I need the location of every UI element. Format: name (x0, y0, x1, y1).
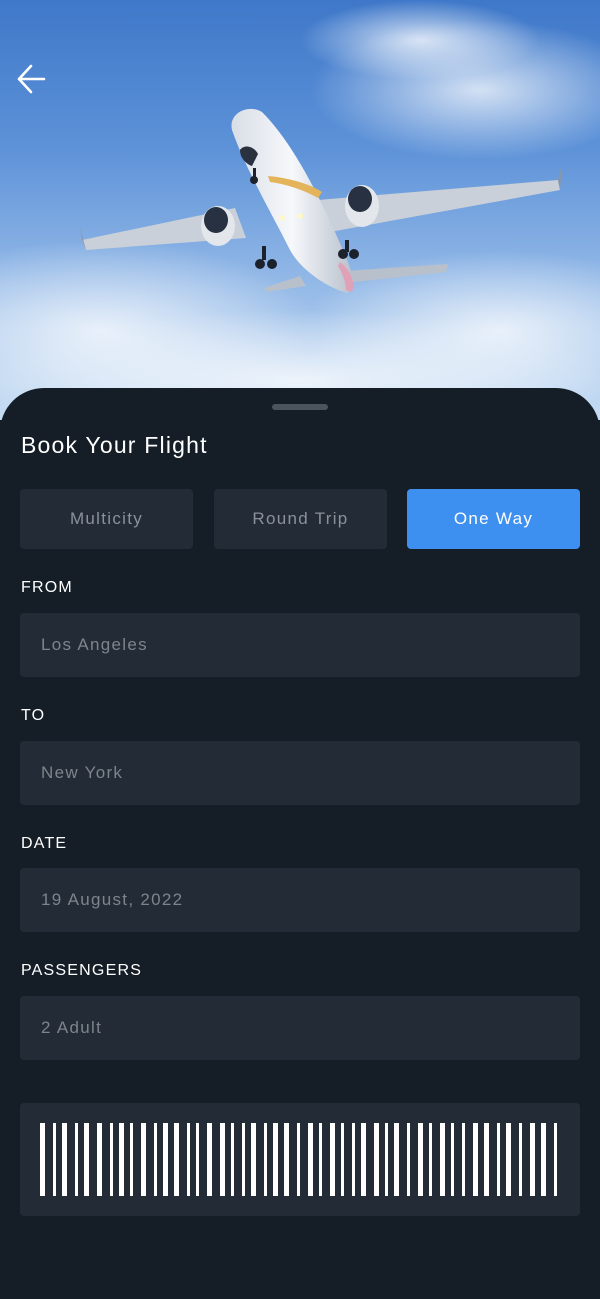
barcode-bar (361, 1123, 366, 1196)
date-label: DATE (21, 835, 68, 852)
barcode-bar (341, 1123, 344, 1196)
barcode-bar (462, 1123, 465, 1196)
barcode-bar (84, 1123, 89, 1196)
airplane-illustration (0, 0, 600, 420)
trip-type-selector: Multicity Round Trip One Way (20, 489, 580, 549)
to-label: TO (21, 707, 46, 724)
barcode-bar (284, 1123, 289, 1196)
from-label: FROM (21, 579, 73, 596)
barcode-bar (231, 1123, 234, 1196)
barcode-bar (242, 1123, 245, 1196)
barcode-bar (519, 1123, 522, 1196)
barcode-bar (319, 1123, 322, 1196)
barcode-bar (297, 1123, 300, 1196)
barcode-bar (541, 1123, 546, 1196)
barcode-bar (154, 1123, 157, 1196)
barcode-bar (451, 1123, 454, 1196)
barcode-bar (75, 1123, 78, 1196)
barcode-bar (352, 1123, 355, 1196)
barcode-bar (374, 1123, 379, 1196)
barcode-bar (484, 1123, 489, 1196)
barcode-bar (429, 1123, 432, 1196)
barcode-bar (174, 1123, 179, 1196)
barcode-bar (308, 1123, 313, 1196)
sheet-drag-handle[interactable] (272, 404, 328, 410)
tab-multicity[interactable]: Multicity (20, 489, 193, 549)
barcode-bar (251, 1123, 256, 1196)
barcode-bar (141, 1123, 146, 1196)
barcode-bar (473, 1123, 478, 1196)
barcode-bar (40, 1123, 45, 1196)
date-input[interactable] (41, 890, 580, 910)
barcode-icon (40, 1123, 557, 1196)
tab-round-trip[interactable]: Round Trip (214, 489, 387, 549)
booking-sheet: Book Your Flight Multicity Round Trip On… (0, 388, 600, 1299)
page-title: Book Your Flight (21, 432, 208, 458)
arrow-left-icon (17, 64, 46, 94)
barcode-bar (497, 1123, 500, 1196)
barcode-bar (207, 1123, 212, 1196)
passengers-field[interactable] (20, 996, 580, 1060)
tab-one-way[interactable]: One Way (407, 489, 580, 549)
barcode-bar (130, 1123, 133, 1196)
barcode-bar (273, 1123, 278, 1196)
barcode-bar (187, 1123, 190, 1196)
barcode-bar (394, 1123, 399, 1196)
barcode-bar (53, 1123, 56, 1196)
book-flight-screen: Book Your Flight Multicity Round Trip On… (0, 0, 600, 1299)
to-input[interactable] (41, 763, 580, 783)
barcode-bar (163, 1123, 168, 1196)
from-field[interactable] (20, 613, 580, 677)
barcode-button[interactable] (20, 1103, 580, 1216)
barcode-bar (62, 1123, 67, 1196)
to-field[interactable] (20, 741, 580, 805)
barcode-bar (385, 1123, 388, 1196)
barcode-bar (330, 1123, 335, 1196)
passengers-input[interactable] (41, 1018, 580, 1038)
passengers-label: PASSENGERS (21, 962, 143, 979)
barcode-bar (97, 1123, 102, 1196)
barcode-bar (530, 1123, 535, 1196)
barcode-bar (440, 1123, 445, 1196)
barcode-bar (554, 1123, 557, 1196)
barcode-bar (506, 1123, 511, 1196)
from-input[interactable] (41, 635, 580, 655)
barcode-bar (418, 1123, 423, 1196)
back-button[interactable] (14, 62, 54, 102)
barcode-bar (264, 1123, 267, 1196)
barcode-bar (110, 1123, 113, 1196)
date-field[interactable] (20, 868, 580, 932)
hero-airplane-image (0, 0, 600, 420)
barcode-bar (196, 1123, 199, 1196)
barcode-bar (119, 1123, 124, 1196)
barcode-bar (220, 1123, 225, 1196)
barcode-bar (407, 1123, 410, 1196)
